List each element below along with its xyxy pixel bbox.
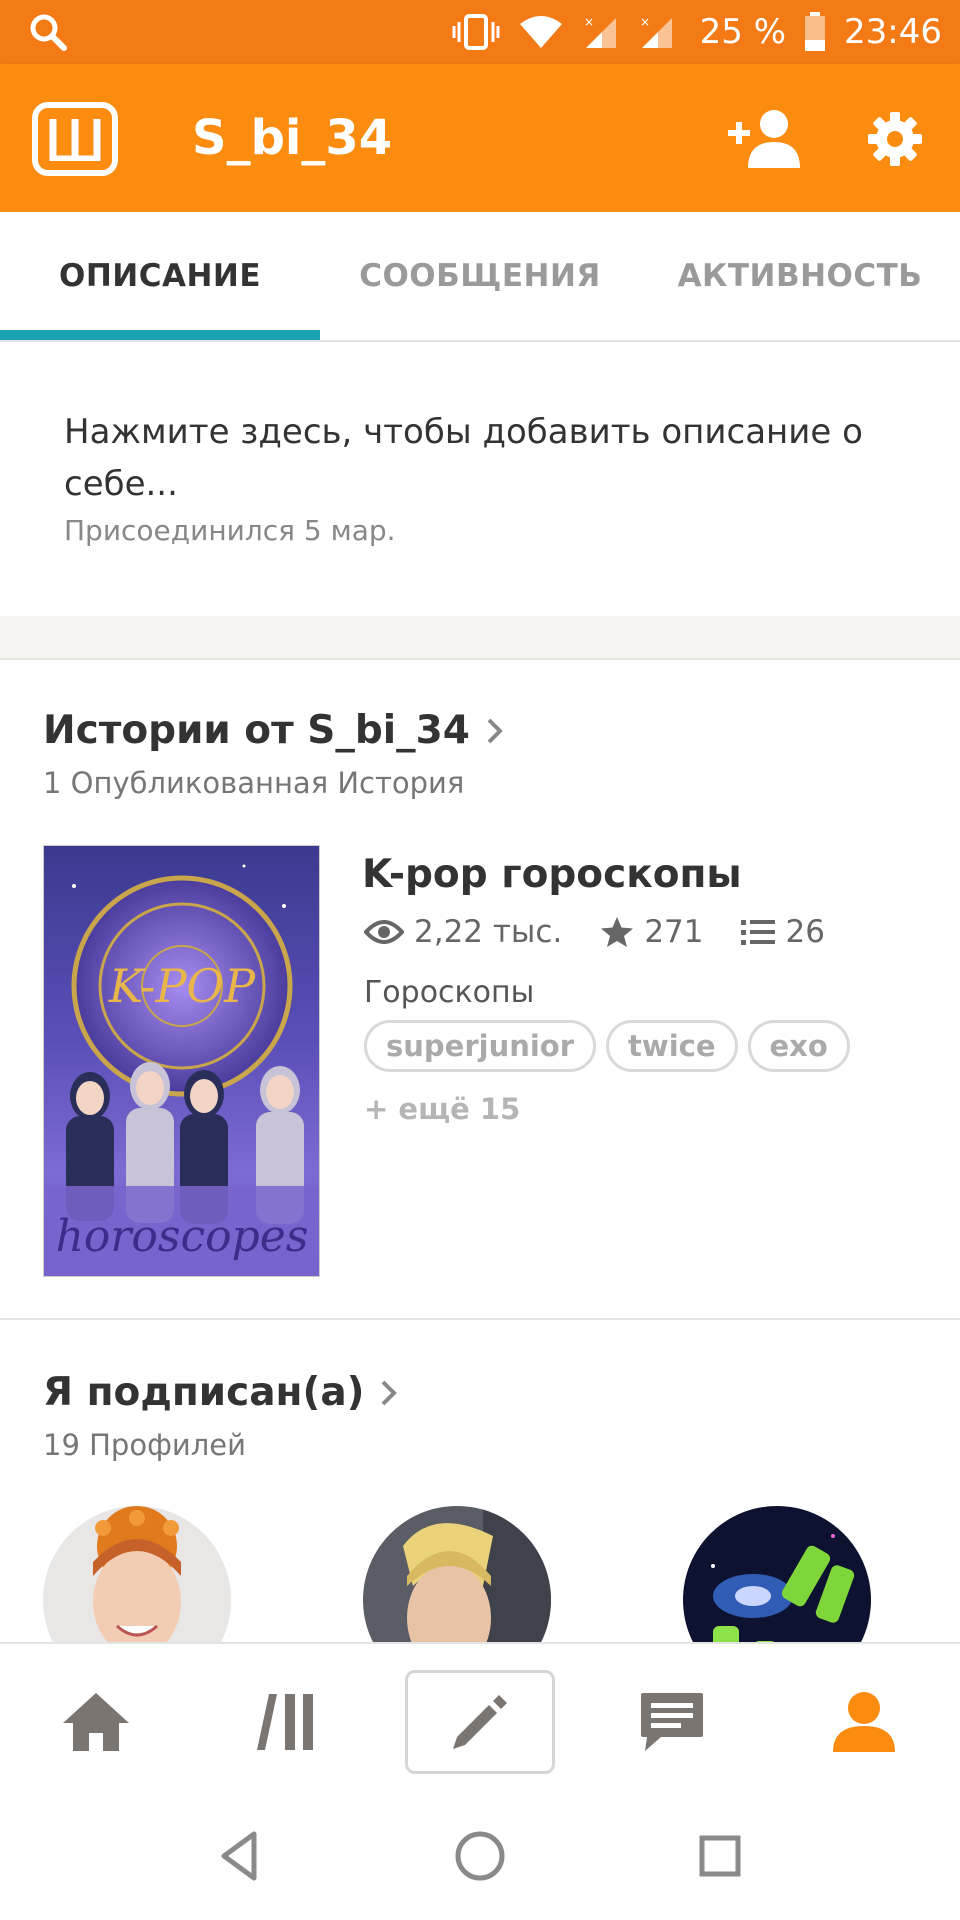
story-genre: Гороскопы: [364, 975, 535, 1010]
story-stats: 2,22 тыс. 271 26: [364, 914, 863, 950]
status-bar: × × 25 % 23:46: [0, 0, 960, 64]
joined-date: Присоединился 5 мар.: [64, 514, 396, 547]
library-icon[interactable]: [248, 1682, 328, 1762]
pencil-icon: [453, 1695, 507, 1749]
app-bar: S_bi_34: [0, 64, 960, 212]
more-tags-link[interactable]: + ещё 15: [364, 1092, 520, 1126]
profile-tabs: ОПИСАНИЕ СООБЩЕНИЯ АКТИВНОСТЬ: [0, 212, 960, 342]
tag-chip[interactable]: twice: [606, 1020, 738, 1072]
votes-count: 271: [644, 914, 704, 950]
parts-stat: 26: [741, 914, 825, 950]
reads-stat: 2,22 тыс.: [364, 914, 562, 950]
cover-title-text: K-POP: [108, 959, 256, 1013]
profile-username: S_bi_34: [192, 110, 393, 166]
story-title[interactable]: K-pop гороскопы: [362, 852, 742, 897]
add-description-prompt[interactable]: Нажмите здесь, чтобы добавить описание о…: [64, 406, 904, 510]
active-tab-indicator: [0, 330, 320, 340]
messages-icon[interactable]: [632, 1682, 712, 1762]
story-cover[interactable]: K-POP horoscopes: [43, 845, 320, 1277]
recents-icon[interactable]: [690, 1826, 750, 1886]
tab-messages[interactable]: СООБЩЕНИЯ: [320, 258, 640, 294]
home-icon[interactable]: [56, 1682, 136, 1762]
chevron-right-icon: [487, 718, 503, 743]
tag-chip[interactable]: superjunior: [364, 1020, 597, 1072]
divider: [0, 1318, 960, 1320]
tab-description[interactable]: ОПИСАНИЕ: [0, 258, 320, 294]
vibrate-icon: [452, 14, 500, 50]
reads-count: 2,22 тыс.: [414, 914, 563, 950]
svg-text:×: ×: [640, 15, 650, 29]
stories-title: Истории от S_bi_34: [43, 708, 470, 753]
svg-text:×: ×: [584, 15, 594, 29]
following-title: Я подписан(а): [43, 1370, 365, 1415]
add-user-icon[interactable]: [726, 108, 802, 170]
home-circle-icon[interactable]: [450, 1826, 510, 1886]
star-icon: [601, 917, 634, 947]
battery-icon: [805, 12, 826, 51]
battery-percent: 25 %: [699, 12, 787, 52]
list-icon: [741, 920, 776, 945]
following-header[interactable]: Я подписан(а): [43, 1370, 400, 1415]
cover-subtitle-text: horoscopes: [56, 1211, 309, 1262]
section-separator: [0, 616, 960, 660]
parts-count: 26: [785, 914, 825, 950]
wattpad-logo-icon[interactable]: [32, 102, 118, 176]
gear-icon[interactable]: [866, 110, 924, 168]
signal-2-icon: ×: [640, 15, 672, 48]
wifi-icon: [519, 16, 562, 48]
description-section: Нажмите здесь, чтобы добавить описание о…: [0, 342, 960, 616]
back-icon[interactable]: [210, 1826, 270, 1886]
bottom-navigation: [0, 1642, 960, 1792]
stories-count: 1 Опубликованная История: [43, 766, 465, 800]
clock: 23:46: [844, 12, 942, 52]
tab-activity[interactable]: АКТИВНОСТЬ: [640, 258, 960, 294]
votes-stat: 271: [600, 914, 703, 950]
eye-icon: [364, 920, 404, 944]
tag-chip[interactable]: exo: [747, 1020, 850, 1072]
search-icon[interactable]: [28, 12, 68, 52]
system-navigation-bar: [0, 1792, 960, 1920]
profile-icon[interactable]: [824, 1682, 904, 1762]
stories-header[interactable]: Истории от S_bi_34: [43, 708, 506, 753]
chevron-right-icon: [382, 1380, 398, 1405]
signal-1-icon: ×: [584, 15, 616, 48]
write-button[interactable]: [405, 1670, 555, 1774]
story-tags: superjunior twice exo: [364, 1020, 850, 1072]
following-count: 19 Профилей: [43, 1428, 246, 1462]
